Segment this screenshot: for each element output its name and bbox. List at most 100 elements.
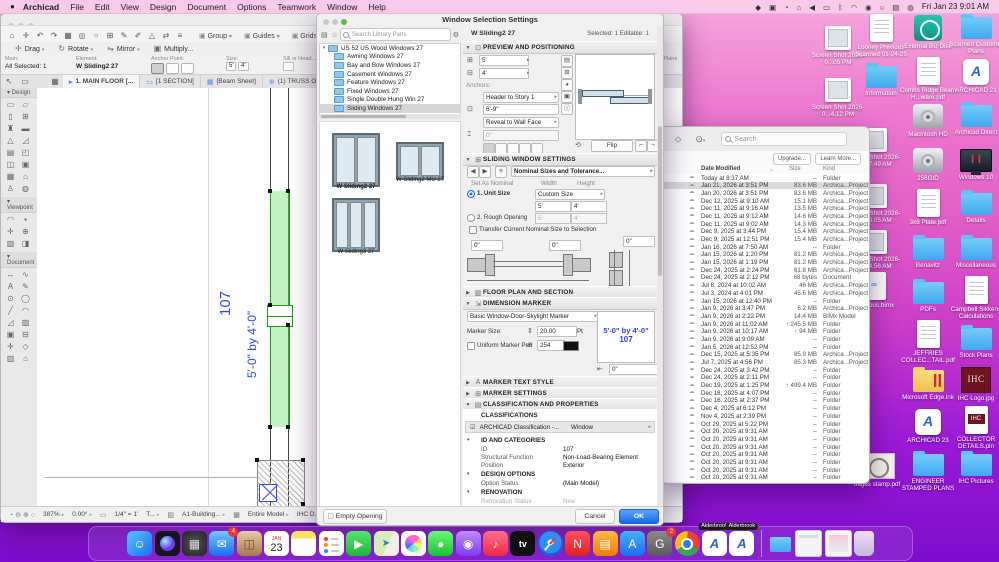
infobox-anchor-point[interactable]: Anchor Point: <box>151 56 196 74</box>
desktop-icon-scanned-customer-plans[interactable]: Scanned Customer Plans <box>946 13 999 55</box>
tab--beam-sheet-[interactable]: ▦ [Beam Sheet] <box>201 75 263 88</box>
unit-size-radio[interactable] <box>467 190 475 198</box>
reveal-combo[interactable]: Reveal to Wall Face ▸ <box>483 117 559 128</box>
infobox-element[interactable]: Element: W Sliding2 27 <box>76 56 118 70</box>
tool-icon-document-9[interactable]: ▨ <box>18 317 33 329</box>
tree-item-sliding-windows-27[interactable]: Sliding Windows 27 <box>320 104 460 113</box>
action-menu-icon[interactable]: ⊙▾ <box>695 134 705 145</box>
tool-icon-design-1[interactable]: ▱ <box>18 99 33 111</box>
toolbar-icon-10[interactable]: △ <box>145 31 159 40</box>
group-triangle-icon[interactable]: ▾ <box>467 471 470 477</box>
desktop-icon-campbell-sikkens-calculations[interactable]: Campbell Sikkens Calculations <box>946 276 999 320</box>
selection-handle[interactable] <box>268 189 272 193</box>
tool-icon-document-4[interactable]: ⊙ <box>3 293 18 305</box>
tool-icon-viewpoint-5[interactable]: ◨ <box>18 238 33 250</box>
property-value[interactable]: Non-Load-Bearing Element <box>563 454 638 461</box>
size-height-field[interactable]: 4' <box>238 62 249 71</box>
menu-clock[interactable]: Fri Jan 23 9:01 AM <box>922 2 989 11</box>
tool-icon-design-0[interactable]: ▭ <box>3 99 18 111</box>
next-page-button[interactable]: ▶ <box>479 166 491 178</box>
tolerance-dim-3[interactable]: 0" <box>623 236 655 247</box>
tool-icon-document-14[interactable]: ▥ <box>3 353 18 365</box>
dock-reminders-icon[interactable] <box>318 531 344 556</box>
checkbox-icon[interactable]: ☑ <box>470 424 476 431</box>
upgrade-button[interactable]: Upgrade... <box>772 153 811 165</box>
finder-row[interactable]: ☁ Jan 15, 2026 at 1:20 PM 81.2 MB Archica..… <box>661 251 869 259</box>
desktop-icon-windows-10[interactable]: ❙❙ Windows 10 <box>946 145 999 181</box>
cancel-button[interactable]: Cancel <box>575 509 615 524</box>
tool-icon-viewpoint-2[interactable]: ✛ <box>3 226 18 238</box>
finder-row[interactable]: ☁ Jan 15, 2026 at 12:40 PM -- Folder <box>661 297 869 305</box>
unit-height-field[interactable]: 4' <box>571 201 607 212</box>
group-triangle-icon[interactable]: ▾ <box>467 437 470 443</box>
finder-row[interactable]: ☁ Jan 9, 2026 at 9:09 AM -- Folder <box>661 335 869 343</box>
thumbnail-w-sliding3-27[interactable]: W Sliding3 27 <box>332 198 380 255</box>
favorites-star-icon[interactable]: ☆ <box>332 31 338 39</box>
status-icon-2[interactable]: ◔ <box>784 3 789 12</box>
finder-row[interactable]: ☁ Jul 7, 2025 at 4:56 PM 85.3 MB Archica...… <box>661 359 869 367</box>
toolbar-icon-7[interactable]: ⊞ <box>103 31 117 40</box>
status-icon-8[interactable]: ◉ <box>865 3 872 12</box>
tool-icon-design-13[interactable]: ⌂ <box>18 171 33 183</box>
tool-icon-document-1[interactable]: ∿ <box>18 269 33 281</box>
dock-chrome-icon[interactable] <box>674 531 700 556</box>
finder-row[interactable]: ☁ Oct 29, 2025 at 5:22 PM -- Folder <box>661 420 869 428</box>
status-icon-1[interactable]: ▣ <box>769 3 776 12</box>
stepper-icon[interactable]: ⇕ <box>527 327 533 335</box>
dock-finder-icon[interactable]: ☺ <box>127 531 153 556</box>
marker-size-field[interactable]: 20.00 <box>537 326 577 337</box>
toolbar-icon-2[interactable]: ↶ <box>33 31 47 40</box>
selection-handle[interactable] <box>255 458 259 462</box>
tool-icon-design-3[interactable]: ⊞ <box>18 111 33 123</box>
finder-row[interactable]: ☁ Dec 12, 2025 at 9:10 AM 15.1 MB Archica..… <box>661 197 869 205</box>
marquee-tool-icon[interactable]: ▭ <box>17 77 33 86</box>
menu-item-file[interactable]: File <box>70 2 84 12</box>
thumbnail-w-sliding2-27[interactable]: W Sliding2 27 <box>332 133 380 190</box>
tool-icon-design-5[interactable]: ▬ <box>18 123 33 135</box>
menu-item-help[interactable]: Help <box>368 2 385 12</box>
anchor-right-button[interactable] <box>181 63 194 74</box>
dock-safari-icon[interactable] <box>537 531 563 556</box>
tool-icon-design-9[interactable]: ◰ <box>18 147 33 159</box>
tool-icon-viewpoint-0[interactable]: ◠ <box>3 214 18 226</box>
finder-row[interactable]: ☁ Dec 4, 2025 at 6:12 PM -- Folder <box>661 405 869 413</box>
marker-type-combo[interactable]: Basic Window-Door-Skylight Marker ▸ <box>467 311 599 322</box>
toolbar-icon-1[interactable]: ✛ <box>19 31 33 40</box>
menu-item-edit[interactable]: Edit <box>95 2 110 12</box>
menu-item-design[interactable]: Design <box>150 2 176 12</box>
ok-button[interactable]: OK <box>619 509 659 524</box>
property-value[interactable]: Exterior <box>563 462 584 469</box>
tool-icon-document-13[interactable]: ◇ <box>18 341 33 353</box>
dock-contacts-icon[interactable]: ◫ <box>236 531 262 556</box>
status-icon-9[interactable]: ○ <box>880 3 885 12</box>
structure-display[interactable]: Entire Model <box>248 511 285 518</box>
dock-downloads-folder-icon[interactable] <box>768 531 793 556</box>
status-icon-11[interactable]: ◍ <box>907 3 914 12</box>
desktop-icon-collector-details-pln[interactable]: IHC COLLECTOR DETAILS.pln <box>946 406 999 450</box>
dock-messages-icon[interactable]: ● <box>428 531 454 556</box>
tool-icon-viewpoint-1[interactable]: ▪ <box>18 214 33 226</box>
tool-icon-document-7[interactable]: ◠ <box>18 305 33 317</box>
reveal-field[interactable]: 0" <box>483 130 559 141</box>
desktop-icon-archicad-21[interactable]: A ARCHICAD 21 <box>946 57 999 94</box>
tool-icon-design-10[interactable]: ◫ <box>3 159 18 171</box>
zoom-icon[interactable] <box>341 19 347 25</box>
desktop-icon-miscellaneous[interactable]: Miscellaneous <box>946 234 999 269</box>
selection-handle[interactable] <box>286 323 290 327</box>
tree-item-bay-and-bow-windows-27[interactable]: Bay and Bow Windows 27 <box>320 61 460 70</box>
dock-archicad-alderbrook-1-icon[interactable]: A Alderbrook <box>698 523 731 556</box>
tree-item-us-52-us-wood-windows-27[interactable]: ▾ US 52 US Wood Windows 27 <box>320 44 460 53</box>
tool-icon-viewpoint-3[interactable]: ⊕ <box>18 226 33 238</box>
view-section-button[interactable]: ▣ <box>561 91 573 103</box>
column-kind[interactable]: Kind <box>823 166 835 172</box>
pp-width-field[interactable]: 5' <box>479 55 529 66</box>
tool-icon-document-15[interactable]: ⌂ <box>18 353 33 365</box>
finder-row[interactable]: ☁ Dec 24, 2025 at 2:24 PM 61.8 MB Archica..… <box>661 266 869 274</box>
tool-icon-document-3[interactable]: ✎ <box>18 281 33 293</box>
tool-icon-design-8[interactable]: ▤ <box>3 147 18 159</box>
toolbar-icon-5[interactable]: ◎ <box>75 31 89 40</box>
finder-row[interactable]: ☁ Dec 24, 2025 at 2:11 PM -- Folder <box>661 374 869 382</box>
menu-item-archicad[interactable]: Archicad <box>23 2 59 12</box>
tool-icon-design-14[interactable]: ♙ <box>3 183 18 195</box>
tree-horizontal-scrollbar[interactable] <box>319 114 461 119</box>
